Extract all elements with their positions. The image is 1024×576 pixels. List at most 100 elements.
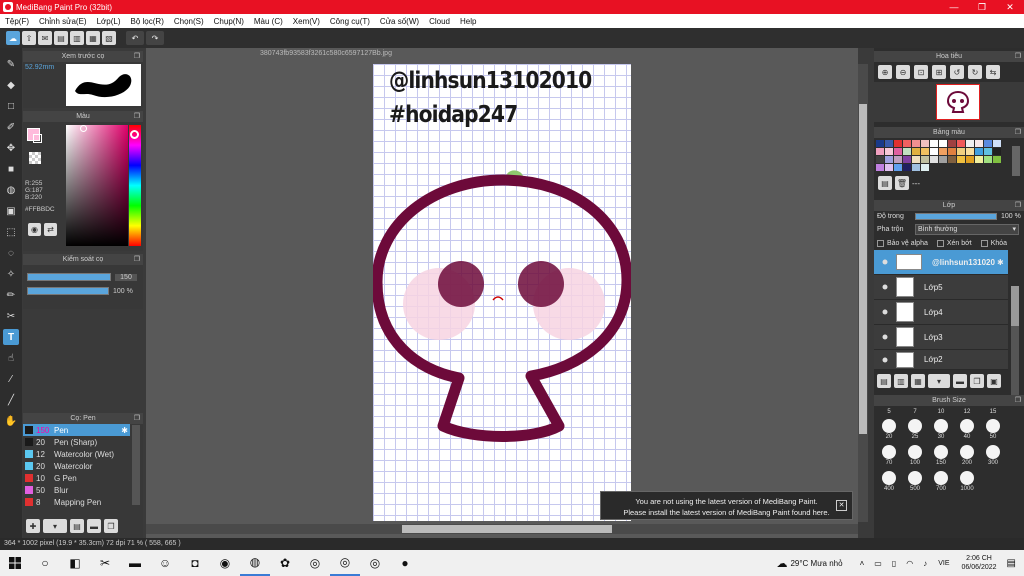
rotate-right-icon[interactable]: ↻	[968, 65, 982, 79]
menu-file[interactable]: Tệp(F)	[0, 17, 34, 26]
weather-text[interactable]: 29°C Mưa nhỏ	[790, 559, 842, 568]
palette-swatch[interactable]	[894, 140, 902, 147]
panel-menu-icon[interactable]: ❐	[134, 254, 140, 265]
page-icon[interactable]: ▤	[54, 31, 68, 45]
wifi-icon[interactable]: ◠	[906, 559, 913, 568]
gradient-tool-icon[interactable]: ▣	[3, 203, 19, 219]
navigator-preview[interactable]	[874, 82, 1024, 122]
menu-filter[interactable]: Bộ lọc(R)	[126, 17, 169, 26]
palette-swatch[interactable]	[939, 140, 947, 147]
palette-swatch[interactable]	[948, 156, 956, 163]
hand-tool-icon[interactable]: ✋	[3, 413, 19, 429]
close-button[interactable]: ✕	[996, 0, 1024, 14]
brush-size-preset[interactable]: 1000	[954, 468, 980, 494]
brush-duplicate-icon[interactable]: ❐	[104, 519, 118, 533]
zoom-in-icon[interactable]: ⊕	[878, 65, 892, 79]
language-indicator[interactable]: VIE	[938, 560, 949, 567]
palette-swatch[interactable]	[921, 156, 929, 163]
layer-row[interactable]: Lớp2	[874, 350, 1008, 370]
brush-size-preset[interactable]: 12	[954, 407, 980, 416]
magic-wand-tool-icon[interactable]: ✧	[3, 266, 19, 282]
palette-swatch[interactable]	[912, 148, 920, 155]
clipping-checkbox[interactable]	[936, 240, 944, 247]
operation-tool-icon[interactable]: ☝	[3, 350, 19, 366]
palette-swatch[interactable]	[984, 156, 992, 163]
palette-swatch[interactable]	[966, 156, 974, 163]
brush-size-preset[interactable]: 15	[980, 407, 1006, 416]
search-icon[interactable]: ○	[30, 550, 60, 576]
update-notification[interactable]: You are not using the latest version of …	[600, 491, 853, 520]
select-pen-tool-icon[interactable]: ✏	[3, 287, 19, 303]
notification-close-button[interactable]: ✕	[836, 500, 847, 511]
select-eraser-tool-icon[interactable]: ✂	[3, 308, 19, 324]
layer-visibility-icon[interactable]	[882, 357, 888, 362]
brush-size-preset[interactable]: 30	[928, 416, 954, 442]
text-tool-icon[interactable]: T	[3, 329, 19, 345]
brush-item[interactable]: 20 Pen (Sharp)	[23, 436, 130, 448]
volume-icon[interactable]: ♪	[923, 559, 927, 568]
palette-swatch[interactable]	[939, 148, 947, 155]
actual-size-icon[interactable]: ⊞	[932, 65, 946, 79]
comment-icon[interactable]: ✉	[38, 31, 52, 45]
panel-menu-icon[interactable]: ❐	[1015, 200, 1021, 211]
brush-size-preset[interactable]: 700	[928, 468, 954, 494]
palette-swatch[interactable]	[948, 148, 956, 155]
palette-swatch[interactable]	[885, 156, 893, 163]
redo-icon[interactable]: ↷	[146, 31, 164, 45]
divide-tool-icon[interactable]: ╱	[3, 392, 19, 408]
brush-size-preset[interactable]: 500	[902, 468, 928, 494]
layer-settings-icon[interactable]: ✱	[997, 258, 1004, 267]
background-color-swatch[interactable]	[33, 134, 42, 143]
menu-color[interactable]: Màu (C)	[249, 17, 288, 26]
menu-tools[interactable]: Công cụ(T)	[325, 17, 375, 26]
palette-swatch[interactable]	[903, 140, 911, 147]
brush-size-preset[interactable]: 50	[980, 416, 1006, 442]
palette-swatch[interactable]	[876, 148, 884, 155]
export-icon[interactable]: ▧	[102, 31, 116, 45]
medibang-active-icon[interactable]: ◍	[240, 550, 270, 576]
windows-start-icon[interactable]	[0, 550, 30, 576]
palette-swatch[interactable]	[912, 156, 920, 163]
weather-icon[interactable]: ☁	[776, 557, 787, 570]
palette-add-icon[interactable]: ▤	[878, 176, 892, 190]
eyedropper-tool-icon[interactable]: ⁄	[3, 371, 19, 387]
palette-swatch[interactable]	[966, 148, 974, 155]
new-layer-icon[interactable]: ▤	[877, 374, 891, 388]
palette-swatch[interactable]	[921, 164, 929, 171]
select-tool-icon[interactable]: ⬚	[3, 224, 19, 240]
flip-icon[interactable]: ⇆	[986, 65, 1000, 79]
lasso-tool-icon[interactable]: ◌	[3, 245, 19, 261]
palette-swatch[interactable]	[903, 148, 911, 155]
palette-swatch[interactable]	[993, 148, 1001, 155]
dot-tool-icon[interactable]: ✐	[3, 119, 19, 135]
chrome-icon[interactable]: ◎	[300, 550, 330, 576]
palette-swatch[interactable]	[957, 156, 965, 163]
brush-item[interactable]: 150 Pen ✱	[23, 424, 130, 436]
brush-size-preset[interactable]: 40	[954, 416, 980, 442]
brush-item[interactable]: 10 G Pen	[23, 472, 130, 484]
document-tab[interactable]: 380743fb93583f3261c580c6597127Bb.jpg	[260, 50, 392, 57]
notification-app-icon[interactable]: ●	[390, 550, 420, 576]
panel-menu-icon[interactable]: ❐	[1015, 51, 1021, 62]
menu-window[interactable]: Cửa số(W)	[375, 17, 424, 26]
blend-mode-select[interactable]: Bình thường ▾	[915, 224, 1019, 235]
move-tool-icon[interactable]: ✥	[3, 140, 19, 156]
eraser-tool-icon[interactable]: ◆	[3, 77, 19, 93]
document-icon[interactable]: ▥	[70, 31, 84, 45]
app-icon[interactable]: ✿	[270, 550, 300, 576]
palette-swatch[interactable]	[948, 140, 956, 147]
panel-menu-icon[interactable]: ❐	[134, 111, 140, 122]
notifications-icon[interactable]: ▤	[1007, 558, 1016, 569]
brush-size-preset[interactable]: 25	[902, 416, 928, 442]
palette-swatch[interactable]	[894, 164, 902, 171]
chrome-icon-3[interactable]: ◎	[360, 550, 390, 576]
clock[interactable]: 2:06 CH 06/06/2022	[962, 554, 997, 572]
medibang-task-icon[interactable]: ◧	[60, 550, 90, 576]
palette-swatch[interactable]	[885, 164, 893, 171]
add-brush-icon[interactable]: ✚	[26, 519, 40, 533]
palette-swatch[interactable]	[966, 140, 974, 147]
menu-layer[interactable]: Lớp(L)	[92, 17, 126, 26]
menu-select[interactable]: Chọn(S)	[169, 17, 209, 26]
palette-swatch[interactable]	[894, 156, 902, 163]
palette-swatch[interactable]	[921, 140, 929, 147]
